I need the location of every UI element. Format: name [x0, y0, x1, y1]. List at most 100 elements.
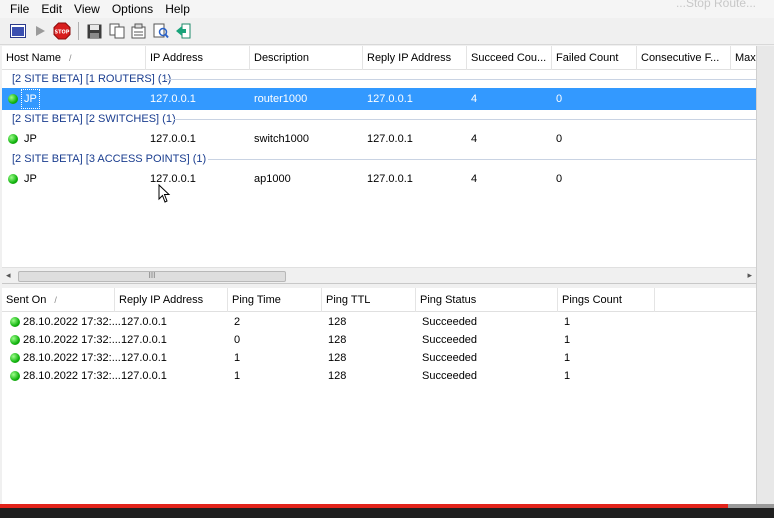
- table-row[interactable]: 28.10.2022 17:32:... 127.0.0.1 2 128 Suc…: [2, 313, 756, 331]
- reply-ip-cell: 127.0.0.1: [367, 133, 413, 145]
- scroll-right-icon[interactable]: ▸: [747, 270, 752, 281]
- ping-ttl-cell: 128: [328, 334, 347, 346]
- toolbar: STOP: [0, 18, 774, 45]
- col-succeed-count[interactable]: Succeed Cou...: [467, 46, 552, 70]
- horizontal-scrollbar[interactable]: ◂ III ▸: [2, 267, 756, 283]
- col-ip-address[interactable]: IP Address: [146, 46, 250, 70]
- group-divider: [208, 159, 756, 160]
- sent-on-cell: 28.10.2022 17:32:...: [23, 352, 121, 364]
- col-sent-on[interactable]: Sent On /: [2, 288, 115, 312]
- sort-indicator-icon: /: [69, 53, 72, 63]
- ping-status-cell: Succeeded: [422, 352, 478, 364]
- menu-bar: File Edit View Options Help ...Stop Rout…: [0, 0, 774, 18]
- ip-cell: 127.0.0.1: [150, 173, 196, 185]
- vertical-scrollbar[interactable]: [756, 46, 774, 506]
- reply-ip-cell: 127.0.0.1: [121, 316, 167, 328]
- status-green-icon: [10, 371, 20, 381]
- toolbar-separator: [78, 22, 79, 40]
- ping-time-cell: 1: [234, 352, 241, 364]
- status-green-icon: [8, 94, 18, 104]
- table-row[interactable]: JP 127.0.0.1 ap1000 127.0.0.1 4 0: [2, 168, 756, 190]
- succeed-cell: 4: [471, 173, 478, 185]
- description-cell: switch1000: [254, 133, 310, 145]
- scrollbar-thumb[interactable]: III: [18, 271, 286, 282]
- menu-help[interactable]: Help: [159, 0, 196, 18]
- group-divider: [164, 79, 756, 80]
- sent-on-cell: 28.10.2022 17:32:...: [23, 334, 121, 346]
- group-label: [2 SITE BETA] [2 SWITCHES] (1): [12, 113, 176, 125]
- failed-cell: 0: [556, 173, 563, 185]
- pings-count-cell: 1: [564, 316, 571, 328]
- table-row[interactable]: 28.10.2022 17:32:... 127.0.0.1 0 128 Suc…: [2, 331, 756, 349]
- pings-body: 28.10.2022 17:32:... 127.0.0.1 2 128 Suc…: [2, 312, 756, 385]
- description-cell: router1000: [254, 93, 308, 105]
- sent-on-cell: 28.10.2022 17:32:...: [23, 370, 121, 382]
- table-row[interactable]: JP 127.0.0.1 router1000 127.0.0.1 4 0: [2, 88, 756, 110]
- failed-cell: 0: [556, 93, 563, 105]
- copy-icon[interactable]: [107, 22, 126, 41]
- menu-file[interactable]: File: [4, 0, 35, 18]
- ip-cell: 127.0.0.1: [150, 133, 196, 145]
- col-host-name-label: Host Name: [6, 52, 62, 64]
- col-consecutive[interactable]: Consecutive F...: [637, 46, 731, 70]
- properties-icon[interactable]: [129, 22, 148, 41]
- group-label: [2 SITE BETA] [3 ACCESS POINTS] (1): [12, 153, 207, 165]
- window-icon[interactable]: [8, 22, 27, 41]
- ping-ttl-cell: 128: [328, 370, 347, 382]
- status-green-icon: [10, 335, 20, 345]
- succeed-cell: 4: [471, 133, 478, 145]
- save-icon[interactable]: [85, 22, 104, 41]
- table-row[interactable]: JP 127.0.0.1 switch1000 127.0.0.1 4 0: [2, 128, 756, 150]
- scroll-left-icon[interactable]: ◂: [6, 270, 11, 281]
- col-reply-ip[interactable]: Reply IP Address: [115, 288, 228, 312]
- col-host-name[interactable]: Host Name /: [2, 46, 146, 70]
- table-row[interactable]: 28.10.2022 17:32:... 127.0.0.1 1 128 Suc…: [2, 349, 756, 367]
- hosts-body: [2 SITE BETA] [1 ROUTERS] (1) JP 127.0.0…: [2, 70, 756, 190]
- table-row[interactable]: 28.10.2022 17:32:... 127.0.0.1 1 128 Suc…: [2, 367, 756, 385]
- menu-edit[interactable]: Edit: [35, 0, 68, 18]
- description-cell: ap1000: [254, 173, 291, 185]
- hosts-list[interactable]: Host Name / IP Address Description Reply …: [2, 46, 756, 284]
- reply-ip-cell: 127.0.0.1: [367, 173, 413, 185]
- group-header[interactable]: [2 SITE BETA] [1 ROUTERS] (1): [2, 70, 756, 88]
- status-green-icon: [8, 174, 18, 184]
- reply-ip-cell: 127.0.0.1: [367, 93, 413, 105]
- host-name-cell: JP: [21, 89, 40, 109]
- bottom-strip: [0, 508, 774, 518]
- status-green-icon: [10, 353, 20, 363]
- ping-time-cell: 1: [234, 370, 241, 382]
- pings-header: Sent On / Reply IP Address Ping Time Ping…: [2, 288, 756, 312]
- sent-on-cell: 28.10.2022 17:32:...: [23, 316, 121, 328]
- ping-time-cell: 2: [234, 316, 241, 328]
- exit-icon[interactable]: [173, 22, 192, 41]
- col-description[interactable]: Description: [250, 46, 363, 70]
- ping-status-cell: Succeeded: [422, 316, 478, 328]
- find-icon[interactable]: [151, 22, 170, 41]
- col-max[interactable]: Max: [731, 46, 756, 70]
- group-label: [2 SITE BETA] [1 ROUTERS] (1): [12, 73, 172, 85]
- reply-ip-cell: 127.0.0.1: [121, 370, 167, 382]
- menu-options[interactable]: Options: [106, 0, 159, 18]
- col-reply-ip[interactable]: Reply IP Address: [363, 46, 467, 70]
- status-green-icon: [8, 134, 18, 144]
- group-header[interactable]: [2 SITE BETA] [3 ACCESS POINTS] (1): [2, 150, 756, 168]
- play-icon[interactable]: [30, 22, 49, 41]
- ping-status-cell: Succeeded: [422, 370, 478, 382]
- host-name-cell: JP: [24, 173, 37, 185]
- sort-indicator-icon: /: [54, 295, 57, 305]
- col-ping-time[interactable]: Ping Time: [228, 288, 322, 312]
- menu-view[interactable]: View: [68, 0, 106, 18]
- col-ping-status[interactable]: Ping Status: [416, 288, 558, 312]
- pings-count-cell: 1: [564, 370, 571, 382]
- col-ping-ttl[interactable]: Ping TTL: [322, 288, 416, 312]
- group-header[interactable]: [2 SITE BETA] [2 SWITCHES] (1): [2, 110, 756, 128]
- col-failed-count[interactable]: Failed Count: [552, 46, 637, 70]
- stop-icon-label: STOP: [54, 30, 69, 36]
- pings-list[interactable]: Sent On / Reply IP Address Ping Time Ping…: [2, 288, 756, 506]
- hosts-header: Host Name / IP Address Description Reply …: [2, 46, 756, 70]
- ip-cell: 127.0.0.1: [150, 93, 196, 105]
- group-divider: [174, 119, 756, 120]
- col-pings-count[interactable]: Pings Count: [558, 288, 655, 312]
- ping-time-cell: 0: [234, 334, 241, 346]
- stop-icon[interactable]: STOP: [52, 22, 71, 41]
